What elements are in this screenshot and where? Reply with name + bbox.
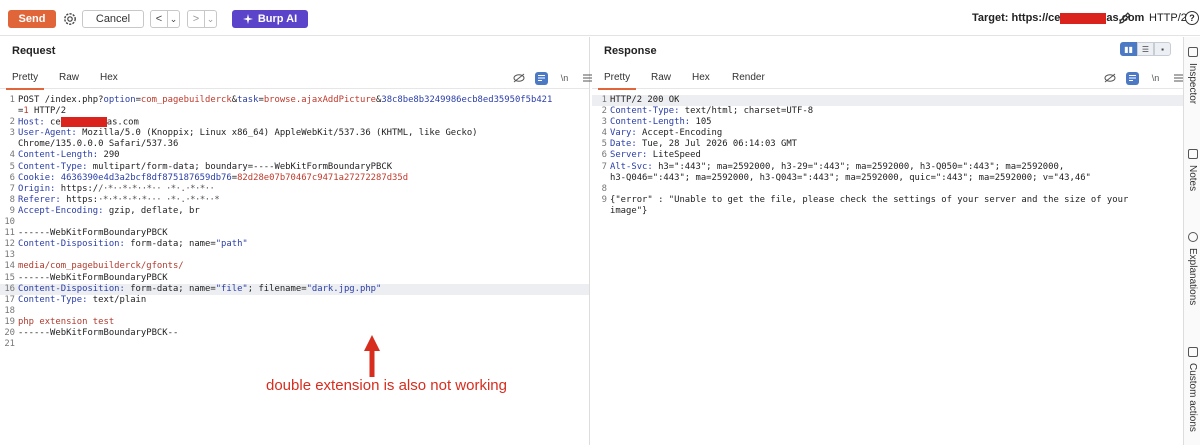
sparkle-icon [242,14,253,24]
request-tab-hex[interactable]: Hex [100,72,118,83]
lightning-icon [1187,347,1198,357]
cancel-button[interactable]: Cancel [82,10,144,28]
newline-toggle[interactable]: \n [558,72,571,85]
target-prefix: Target: https://ce [972,12,1061,24]
response-title: Response [604,45,657,57]
code-line: 13 [4,250,15,261]
response-editor[interactable]: 1 HTTP/2 200 OK 2 Content-Type: text/html;… [592,95,1183,217]
burp-ai-button[interactable]: Burp AI [232,10,308,28]
code-line: 2 Host: ce as.com [9,117,139,128]
code-line: image"} [610,205,648,216]
hide-nonprintable-icon[interactable] [1103,72,1116,85]
code-line: 17 Content-Type: text/plain [4,294,147,305]
response-panel: Response ▮▮ ☰ ▪ Pretty Raw Hex Render \n… [592,37,1183,445]
gear-icon[interactable] [62,11,78,27]
forward-nav-group: > ⌄ [187,10,217,28]
back-nav-group: < ⌄ [150,10,180,28]
code-line: Chrome/135.0.0.0 Safari/537.36 [18,139,179,150]
response-tab-pretty[interactable]: Pretty [597,72,637,90]
inspector-icon [1187,47,1198,57]
request-view-options: \n [512,71,594,85]
sidebar-label: Custom actions [1187,363,1198,432]
sidebar-label: Notes [1187,165,1198,192]
word-wrap-icon[interactable] [1126,71,1139,85]
code-line: 21 [4,339,15,350]
code-line: 9 {"error" : "Unable to get the file, ple… [601,194,1129,205]
code-line-highlighted: 16 Content-Disposition: form-data; name="… [0,283,589,295]
layout-stacked-icon[interactable]: ☰ [1137,42,1154,56]
sidebar-label: Inspector [1187,63,1198,105]
code-line: 1 POST /index.php?option=com_pagebuilderc… [9,95,553,105]
request-tabs: Pretty Raw Hex \n [0,67,592,90]
redaction-box [1060,12,1107,24]
sidebar-item-notes[interactable]: Notes [1184,149,1200,191]
code-line: 8 Referer: https:·*·*·*·*·*··· ·*·.·*·*··… [9,194,220,205]
back-button[interactable]: < [150,10,168,28]
back-history-dropdown[interactable]: ⌄ [168,10,180,28]
request-tab-raw[interactable]: Raw [59,72,79,83]
code-line: 3 Content-Length: 105 [601,117,712,128]
response-tab-hex[interactable]: Hex [692,72,710,83]
code-line: 11 ------WebKitFormBoundaryPBCK [4,228,168,239]
top-toolbar: Send Cancel < ⌄ > ⌄ Burp AI Target: http… [0,0,1200,36]
notes-icon [1187,149,1198,159]
forward-history-dropdown[interactable]: ⌄ [205,10,217,28]
code-line: 7 Origin: https://·*··*·*··*·· ·*·.·*·*·· [9,183,215,194]
layout-tabs-icon[interactable]: ▪ [1154,42,1171,56]
response-view-options: \n [1103,71,1185,85]
request-tab-pretty[interactable]: Pretty [5,72,45,90]
sidebar-item-explanations[interactable]: Explanations [1184,232,1200,305]
layout-side-by-side-icon[interactable]: ▮▮ [1120,42,1137,56]
help-icon[interactable]: ? [1185,11,1199,25]
code-line: 2 Content-Type: text/html; charset=UTF-8 [601,106,814,117]
code-line: 18 [4,305,15,316]
sidebar-item-custom-actions[interactable]: Custom actions [1184,347,1200,432]
newline-toggle[interactable]: \n [1149,72,1162,85]
hide-nonprintable-icon[interactable] [512,72,525,85]
code-line-highlighted: 1 HTTP/2 200 OK [592,95,1183,107]
request-panel: Request Pretty Raw Hex \n 1 POST /index.p… [0,37,592,445]
code-line: 15 ------WebKitFormBoundaryPBCK [4,272,168,283]
edit-target-icon[interactable] [1118,11,1132,25]
code-line: 19 php extension test [4,316,115,327]
code-line: 4 Vary: Accept-Encoding [601,128,723,139]
code-line: 3 User-Agent: Mozilla/5.0 (Knoppix; Linux… [9,128,478,139]
code-line: 5 Content-Type: multipart/form-data; boun… [9,161,393,172]
code-line: 5 Date: Tue, 28 Jul 2026 06:14:03 GMT [601,139,798,150]
code-line: 7 Alt-Svc: h3=":443"; ma=2592000, h3-29="… [601,161,1065,172]
code-line: 8 [601,183,607,194]
sidebar-label: Explanations [1187,248,1198,306]
code-line: 20 ------WebKitFormBoundaryPBCK-- [4,327,179,338]
response-tab-raw[interactable]: Raw [651,72,671,83]
code-line: 9 Accept-Encoding: gzip, deflate, br [9,205,200,216]
code-line: h3-Q046=":443"; ma=2592000, h3-Q043=":44… [610,172,1091,183]
code-line: 6 Server: LiteSpeed [601,150,701,161]
layout-toggle: ▮▮ ☰ ▪ [1120,42,1171,56]
code-line: =1 HTTP/2 [18,106,67,117]
annotation-text: double extension is also not working [266,377,507,394]
request-title: Request [12,45,56,57]
code-line: 4 Content-Length: 290 [9,150,120,161]
masked-text: /·*··*·*··*·· ·*·.·*·*·· [98,183,215,194]
send-button[interactable]: Send [8,10,56,28]
lightbulb-icon [1187,232,1198,242]
response-tabs: Pretty Raw Hex Render \n [592,67,1185,90]
burp-ai-label: Burp AI [257,13,298,25]
protocol-toggle[interactable]: HTTP/2 [1149,12,1187,24]
forward-button[interactable]: > [187,10,205,28]
annotation-arrow-icon [364,335,380,377]
masked-text: ·*·*·*·*·*··· ·*·.·*·*··* [98,194,220,205]
code-line: 14 media/com_pagebuilderck/gfonts/ [4,261,184,272]
code-line: 10 [4,217,15,228]
response-tab-render[interactable]: Render [732,72,765,83]
redaction-box [60,117,107,128]
request-editor[interactable]: 1 POST /index.php?option=com_pagebuilderc… [0,95,589,350]
code-line: 6 Cookie: 4636390e4d3a2bcf8df875187659db7… [9,172,409,183]
word-wrap-icon[interactable] [535,71,548,85]
code-line: 12 Content-Disposition: form-data; name="… [4,239,248,250]
right-sidebar: Inspector Notes Explanations Custom acti… [1183,37,1200,445]
sidebar-item-inspector[interactable]: Inspector [1184,47,1200,104]
